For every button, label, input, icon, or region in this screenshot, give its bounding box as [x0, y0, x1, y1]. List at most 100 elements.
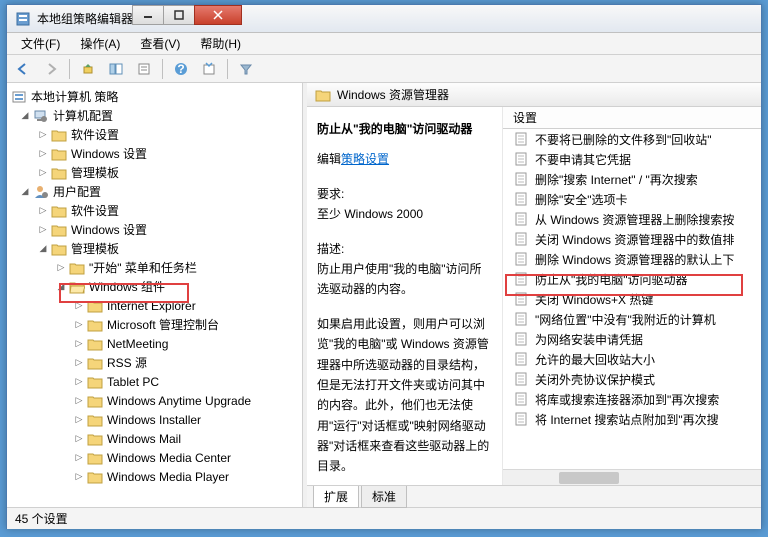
tree-item[interactable]: ▷Windows Media Center: [7, 448, 302, 467]
titlebar[interactable]: 本地组策略编辑器: [7, 5, 761, 33]
tree-item[interactable]: ▷Internet Explorer: [7, 296, 302, 315]
expand-icon[interactable]: ▷: [37, 224, 49, 236]
collapse-icon[interactable]: ◢: [19, 110, 31, 122]
expand-icon[interactable]: ▷: [73, 300, 85, 312]
list-item[interactable]: 将库或搜索连接器添加到"再次搜索: [503, 389, 761, 409]
list-item[interactable]: 不要将已删除的文件移到"回收站": [503, 129, 761, 149]
list-item[interactable]: 将 Internet 搜索站点附加到"再次搜: [503, 409, 761, 429]
tree-item[interactable]: ▷软件设置: [7, 125, 302, 144]
collapse-icon[interactable]: ◢: [37, 243, 49, 255]
tab-extended[interactable]: 扩展: [313, 486, 359, 508]
policy-item-icon: [513, 391, 529, 407]
menu-action[interactable]: 操作(A): [70, 33, 130, 54]
folder-icon: [51, 223, 67, 237]
folder-icon: [51, 128, 67, 142]
tree-item[interactable]: ▷Windows Mail: [7, 429, 302, 448]
policy-item-icon: [513, 231, 529, 247]
menu-help[interactable]: 帮助(H): [190, 33, 251, 54]
filter-button[interactable]: [234, 57, 258, 81]
tree-item[interactable]: ▷Tablet PC: [7, 372, 302, 391]
maximize-button[interactable]: [163, 5, 195, 25]
list-item[interactable]: 不要申请其它凭据: [503, 149, 761, 169]
tree-pane[interactable]: 本地计算机 策略 ◢计算机配置 ▷软件设置 ▷Windows 设置 ▷管理模板 …: [7, 83, 303, 507]
expand-icon[interactable]: ▷: [37, 205, 49, 217]
close-button[interactable]: [194, 5, 242, 25]
export-button[interactable]: [197, 57, 221, 81]
policy-item-icon: [513, 371, 529, 387]
list-item[interactable]: 关闭外壳协议保护模式: [503, 369, 761, 389]
tree-item[interactable]: ▷软件设置: [7, 201, 302, 220]
app-icon: [15, 11, 31, 27]
expand-icon[interactable]: ▷: [37, 167, 49, 179]
collapse-icon[interactable]: ◢: [19, 186, 31, 198]
tree-root[interactable]: 本地计算机 策略: [7, 87, 302, 106]
description-column: 防止从"我的电脑"访问驱动器 编辑策略设置 要求: 至少 Windows 200…: [307, 107, 503, 485]
tree-admin-templates[interactable]: ◢管理模板: [7, 239, 302, 258]
list-item[interactable]: 删除 Windows 资源管理器的默认上下: [503, 249, 761, 269]
policy-item-icon: [513, 131, 529, 147]
menu-view[interactable]: 查看(V): [130, 33, 190, 54]
tree-item[interactable]: ▷管理模板: [7, 163, 302, 182]
tree-computer-config[interactable]: ◢计算机配置: [7, 106, 302, 125]
folder-icon: [51, 204, 67, 218]
expand-icon[interactable]: ▷: [73, 376, 85, 388]
tree-item[interactable]: ▷RSS 源: [7, 353, 302, 372]
up-button[interactable]: [76, 57, 100, 81]
show-hide-tree-button[interactable]: [104, 57, 128, 81]
policy-item-icon: [513, 211, 529, 227]
selected-title: 防止从"我的电脑"访问驱动器: [317, 122, 472, 136]
back-button[interactable]: [11, 57, 35, 81]
tree-item[interactable]: ▷Windows Anytime Upgrade: [7, 391, 302, 410]
expand-icon[interactable]: ▷: [73, 452, 85, 464]
list-item[interactable]: 防止从"我的电脑"访问驱动器: [503, 269, 761, 289]
view-tabs: 扩展 标准: [307, 485, 761, 507]
menubar: 文件(F) 操作(A) 查看(V) 帮助(H): [7, 33, 761, 55]
tree-item[interactable]: ▷Windows Installer: [7, 410, 302, 429]
settings-list-column: 设置 不要将已删除的文件移到"回收站"不要申请其它凭据删除"搜索 Interne…: [503, 107, 761, 485]
properties-button[interactable]: [132, 57, 156, 81]
tree-item[interactable]: ▷NetMeeting: [7, 334, 302, 353]
policy-item-icon: [513, 271, 529, 287]
folder-icon: [51, 147, 67, 161]
list-header[interactable]: 设置: [503, 107, 761, 129]
expand-icon[interactable]: ▷: [73, 395, 85, 407]
list-item[interactable]: "网络位置"中没有"我附近的计算机: [503, 309, 761, 329]
tree-windows-components[interactable]: ◢Windows 组件: [7, 277, 302, 296]
tree-item[interactable]: ▷Microsoft 管理控制台: [7, 315, 302, 334]
statusbar: 45 个设置: [7, 507, 761, 529]
tree-item[interactable]: ▷Windows 设置: [7, 220, 302, 239]
expand-icon[interactable]: ▷: [73, 471, 85, 483]
tree-item[interactable]: ▷"开始" 菜单和任务栏: [7, 258, 302, 277]
folder-icon: [87, 337, 103, 351]
tab-standard[interactable]: 标准: [361, 486, 407, 508]
list-item[interactable]: 允许的最大回收站大小: [503, 349, 761, 369]
expand-icon[interactable]: ▷: [73, 319, 85, 331]
edit-policy-link[interactable]: 策略设置: [341, 152, 389, 166]
expand-icon[interactable]: ▷: [73, 414, 85, 426]
folder-icon: [69, 261, 85, 275]
help-button[interactable]: ?: [169, 57, 193, 81]
list-item[interactable]: 删除"安全"选项卡: [503, 189, 761, 209]
tree-item[interactable]: ▷Windows 设置: [7, 144, 302, 163]
list-item[interactable]: 删除"搜索 Internet" / "再次搜索: [503, 169, 761, 189]
list-item[interactable]: 关闭 Windows 资源管理器中的数值排: [503, 229, 761, 249]
expand-icon[interactable]: ▷: [37, 129, 49, 141]
horizontal-scrollbar[interactable]: [503, 469, 761, 485]
minimize-button[interactable]: [132, 5, 164, 25]
expand-icon[interactable]: ▷: [37, 148, 49, 160]
expand-icon[interactable]: ▷: [55, 262, 67, 274]
expand-icon[interactable]: ▷: [73, 338, 85, 350]
folder-icon: [87, 299, 103, 313]
collapse-icon[interactable]: ◢: [55, 281, 67, 293]
expand-icon[interactable]: ▷: [73, 357, 85, 369]
list-item[interactable]: 从 Windows 资源管理器上删除搜索按: [503, 209, 761, 229]
list-item[interactable]: 关闭 Windows+X 热键: [503, 289, 761, 309]
tree-user-config[interactable]: ◢用户配置: [7, 182, 302, 201]
forward-button[interactable]: [39, 57, 63, 81]
menu-file[interactable]: 文件(F): [11, 33, 70, 54]
list-item[interactable]: 为网络安装申请凭据: [503, 329, 761, 349]
tree-item[interactable]: ▷Windows Media Player: [7, 467, 302, 486]
expand-icon[interactable]: ▷: [73, 433, 85, 445]
settings-list[interactable]: 不要将已删除的文件移到"回收站"不要申请其它凭据删除"搜索 Internet" …: [503, 129, 761, 469]
folder-icon: [87, 375, 103, 389]
